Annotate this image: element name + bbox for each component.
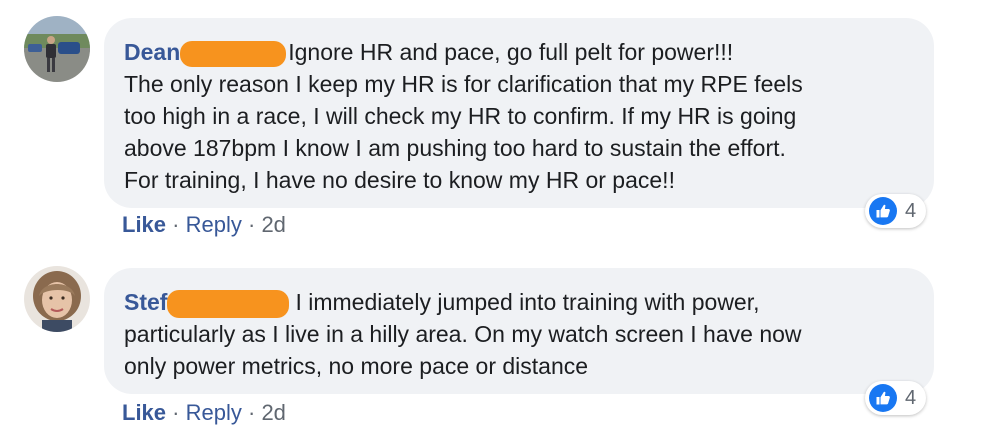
- comment-bubble: Dean Ignore HR and pace, go full pelt for…: [104, 18, 934, 208]
- comment-2: Stef I immediately jumped into training w…: [0, 250, 984, 440]
- comment-1: Dean Ignore HR and pace, go full pelt for…: [0, 0, 984, 250]
- comment-text-line: Ignore HR and pace, go full pelt for pow…: [288, 39, 734, 65]
- comment-text-line: particularly as I live in a hilly area. …: [124, 321, 802, 347]
- comment-actions: Like · Reply · 2d: [122, 211, 286, 239]
- thumbs-up-icon: [869, 384, 897, 412]
- avatar-photo: [24, 16, 90, 82]
- redaction-mark: [167, 289, 290, 318]
- like-button[interactable]: Like: [122, 212, 166, 237]
- comment-actions: Like · Reply · 2d: [122, 399, 286, 427]
- comment-author[interactable]: Stef: [124, 289, 167, 315]
- separator: ·: [172, 212, 180, 237]
- reaction-count: 4: [905, 199, 917, 222]
- comment-line: Stef I immediately jumped into training w…: [124, 286, 914, 318]
- reply-button[interactable]: Reply: [186, 212, 242, 237]
- avatar[interactable]: [24, 16, 90, 82]
- comment-text-line: For training, I have no desire to know m…: [124, 167, 675, 193]
- redaction-mark: [180, 40, 287, 67]
- comment-text-line: I immediately jumped into training with …: [295, 289, 760, 315]
- reaction-summary[interactable]: 4: [865, 194, 927, 228]
- thumbs-up-icon: [869, 197, 897, 225]
- comment-timestamp[interactable]: 2d: [261, 400, 285, 425]
- reply-button[interactable]: Reply: [186, 400, 242, 425]
- comment-text-line: The only reason I keep my HR is for clar…: [124, 71, 803, 97]
- comment-line: Dean Ignore HR and pace, go full pelt for…: [124, 36, 914, 68]
- like-button[interactable]: Like: [122, 400, 166, 425]
- avatar[interactable]: [24, 266, 90, 332]
- comment-bubble: Stef I immediately jumped into training w…: [104, 268, 934, 394]
- separator: ·: [247, 400, 256, 425]
- comment-text-line: only power metrics, no more pace or dist…: [124, 353, 589, 379]
- comment-text-line: above 187bpm I know I am pushing too har…: [124, 135, 786, 161]
- reaction-count: 4: [905, 386, 917, 409]
- separator: ·: [172, 400, 180, 425]
- comment-author[interactable]: Dean: [124, 39, 180, 65]
- comment-text-line: too high in a race, I will check my HR t…: [124, 103, 797, 129]
- comment-timestamp[interactable]: 2d: [261, 212, 285, 237]
- reaction-summary[interactable]: 4: [865, 381, 927, 415]
- separator: ·: [247, 212, 256, 237]
- avatar-photo: [24, 266, 90, 332]
